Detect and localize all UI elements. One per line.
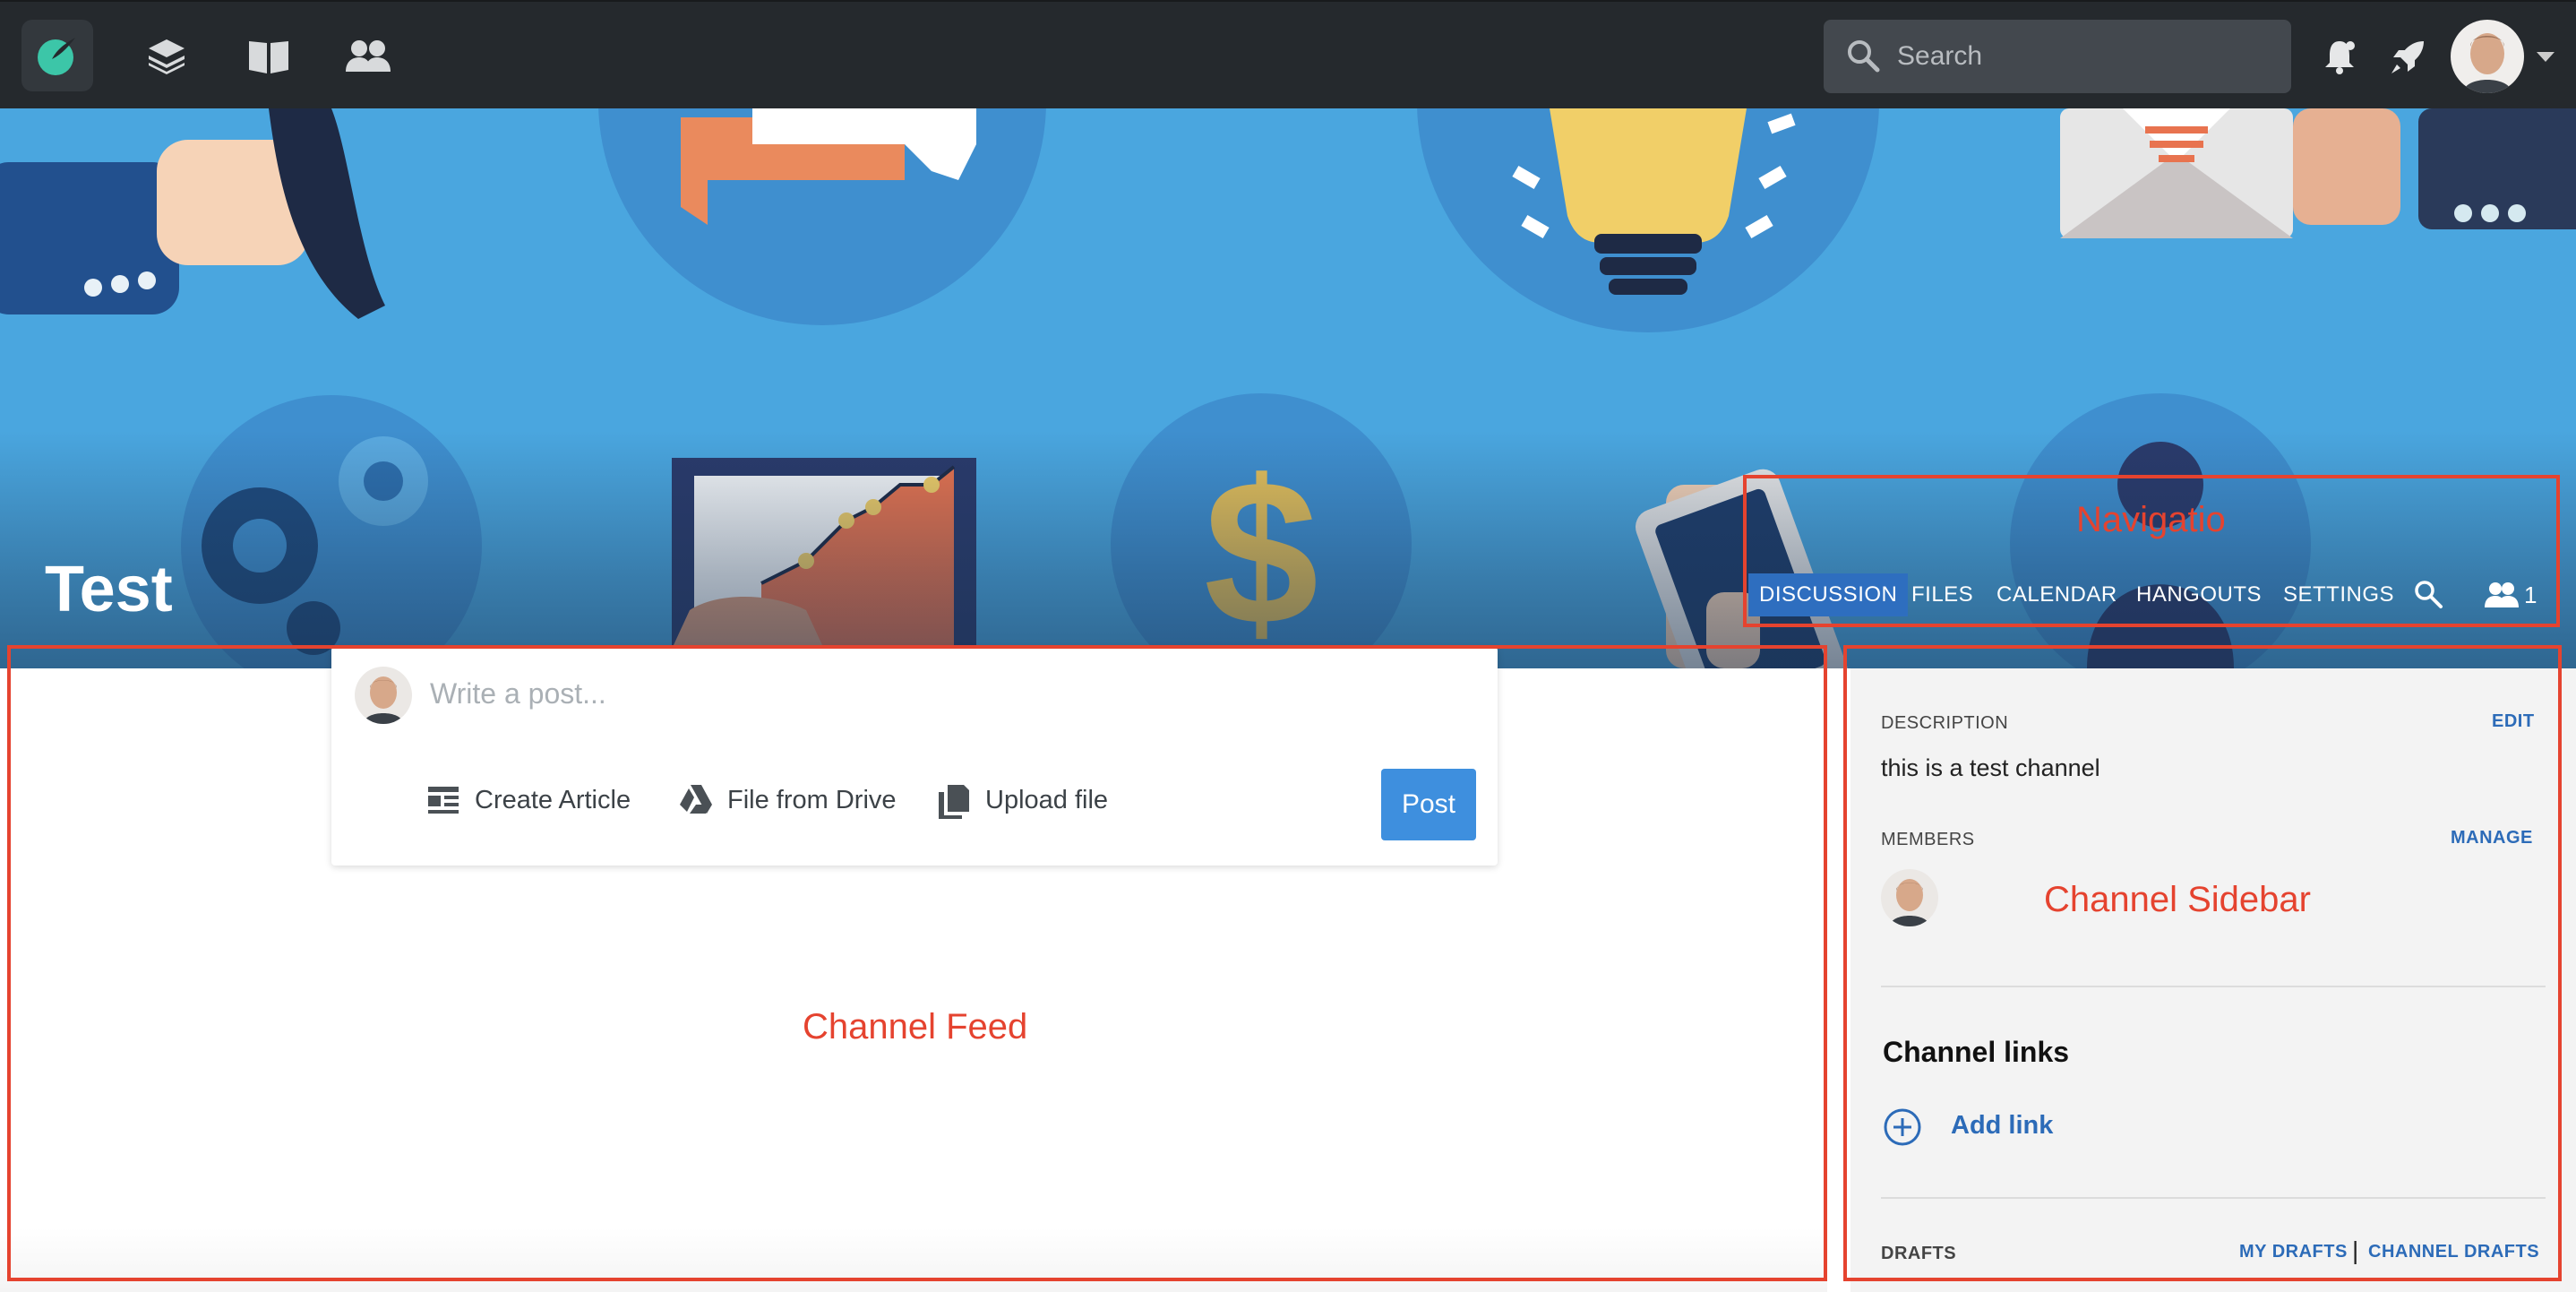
book-icon[interactable] bbox=[247, 36, 290, 75]
feed-annotation-box bbox=[7, 645, 1827, 1281]
sidebar-annotation-box bbox=[1843, 645, 2562, 1281]
navigation-annotation-box bbox=[1743, 475, 2560, 627]
app-logo-icon[interactable] bbox=[21, 20, 93, 91]
navigation-annotation-label: Navigatio bbox=[2076, 500, 2226, 539]
channel-title: Test bbox=[45, 554, 173, 625]
feed-annotation-label: Channel Feed bbox=[803, 1007, 1028, 1047]
layers-icon[interactable] bbox=[145, 36, 188, 75]
bell-icon[interactable] bbox=[2322, 38, 2357, 75]
search-placeholder: Search bbox=[1897, 41, 1983, 71]
sidebar-annotation-label: Channel Sidebar bbox=[2044, 880, 2311, 919]
top-navigation-bar: Search bbox=[0, 0, 2576, 108]
chevron-down-icon[interactable] bbox=[2537, 52, 2555, 62]
rocket-icon[interactable] bbox=[2388, 38, 2427, 77]
people-icon[interactable] bbox=[344, 36, 392, 75]
user-avatar[interactable] bbox=[2451, 20, 2524, 93]
search-input[interactable]: Search bbox=[1824, 20, 2291, 93]
search-icon bbox=[1848, 40, 1880, 73]
